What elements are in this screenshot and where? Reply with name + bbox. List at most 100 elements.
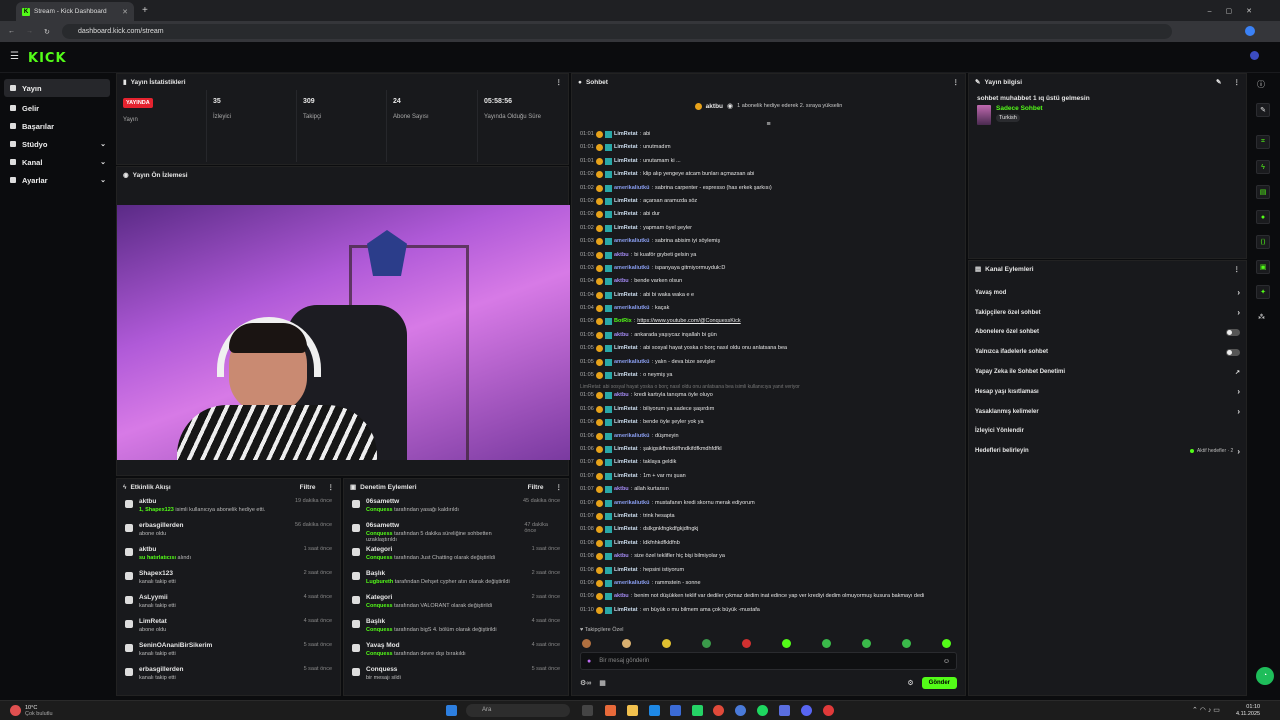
emote-icon[interactable] (822, 638, 831, 648)
chat-message[interactable]: 01:07 LimRetat:1m + var mı şuan (572, 472, 965, 485)
chat-message[interactable]: 01:05 aktbu: kredi kartıyla tanışma öyle o… (572, 391, 965, 404)
message-username[interactable]: BotRix (614, 317, 632, 325)
chat-message[interactable]: 01:05 amerikaliutkü: yalın - deva bize sev… (572, 358, 965, 371)
url-field[interactable]: dashboard.kick.com/stream (62, 24, 1172, 39)
channel-action-row[interactable]: İzleyici Yönlendir (969, 422, 1246, 442)
message-username[interactable]: aktbu (614, 277, 629, 285)
moderation-item[interactable]: 06samettw Conquess tarafından 5 dakika sü… (344, 519, 568, 543)
activity-item[interactable]: aktbu su hatırlatıcısı alındı 1 saat önce (117, 543, 340, 567)
menu-icon[interactable]: ☰ (10, 51, 19, 62)
chat-message[interactable]: 01:03 amerikaliutkü: ispanyaya gitmiyormuy… (572, 264, 965, 277)
channel-action-row[interactable]: Yalnızca ifadelerle sohbet (969, 342, 1246, 362)
edit-icon[interactable]: ✎ (1216, 78, 1221, 86)
channel-action-row[interactable]: Hesap yaşı kısıtlaması › (969, 382, 1246, 402)
chat-message[interactable]: 01:05 aktbu: ankarada yaşıycaz inşallah bi… (572, 331, 965, 344)
more-icon[interactable]: ⋮ (1234, 265, 1241, 273)
filter-button[interactable]: Filtre (528, 484, 544, 491)
info-icon[interactable]: ⓘ (1257, 79, 1265, 90)
message-username[interactable]: amerikaliutkü (614, 184, 649, 192)
send-button[interactable]: Gönder (921, 677, 957, 689)
chat-message[interactable]: 01:09 amerikaliutkü: rammstein - sonne (572, 579, 965, 592)
message-username[interactable]: aktbu (614, 592, 629, 600)
tab-close-icon[interactable]: ✕ (122, 8, 128, 16)
back-icon[interactable]: ← (8, 28, 15, 35)
activity-item[interactable]: Shapex123 kanalı takip etti 2 saat önce (117, 567, 340, 591)
new-tab-icon[interactable]: + (142, 5, 148, 16)
chat-message[interactable]: 01:08 LimRetat: ldkfnhkdfkldfnb (572, 539, 965, 552)
support-chat-icon[interactable]: ◔ (1256, 667, 1274, 685)
stream-video[interactable] (117, 205, 570, 460)
more-icon[interactable]: ⋮ (556, 78, 563, 86)
chat-message[interactable]: 01:05 LimRetat: abi sosyal hayat yoska o b… (572, 344, 965, 357)
activity-item[interactable]: erbasgillerden kanalı takip etti 5 saat ön… (117, 663, 340, 687)
filter-button[interactable]: Filtre (300, 484, 316, 491)
message-username[interactable]: LimRetat (614, 224, 638, 232)
chat-message[interactable]: 01:04 LimRetat: abi bi waka waka e e (572, 291, 965, 304)
message-username[interactable]: LimRetat (614, 157, 638, 165)
notification-icon[interactable] (1250, 51, 1259, 60)
spotify-icon[interactable] (757, 705, 768, 716)
activity-item[interactable]: erbasgillerden abone oldu 56 dakika önce (117, 519, 340, 543)
message-username[interactable]: LimRetat (614, 472, 638, 480)
emote-icon[interactable] (702, 638, 711, 648)
chat-message[interactable]: 01:08 LimRetat: dslkgnkfngkdfgkjdfngkj (572, 525, 965, 538)
app-icon[interactable] (779, 705, 790, 716)
app-icon[interactable] (605, 705, 616, 716)
forward-icon[interactable]: → (26, 28, 33, 35)
profile-avatar[interactable] (1245, 26, 1255, 36)
chat-message[interactable]: 01:06 LimRetat: şakigsikfhndkifhndkifdfkmd… (572, 445, 965, 458)
message-username[interactable]: aktbu (614, 552, 629, 560)
chat-message[interactable]: 01:10 LimRetat: en büyük o mu bilmem ama ç… (572, 606, 965, 627)
chat-message[interactable]: 01:04 aktbu: bende varken olsun (572, 277, 965, 290)
sidebar-item-basarilar[interactable]: Başarılar (0, 117, 114, 135)
chat-message[interactable]: 01:08 aktbu: size özel teklifler hiç bişi … (572, 552, 965, 565)
edit-icon[interactable]: ✎ (1256, 103, 1270, 117)
message-username[interactable]: LimRetat (614, 405, 638, 413)
file-explorer-icon[interactable] (627, 705, 638, 716)
message-username[interactable]: LimRetat (614, 418, 638, 426)
emote-icon[interactable] (862, 638, 871, 648)
chat-message[interactable]: 01:06 LimRetat: bende öyle şeyler yok ya (572, 418, 965, 431)
system-tray-icons[interactable]: ⌃ ◠ ♪ ▭ (1192, 706, 1220, 714)
message-username[interactable]: amerikaliutkü (614, 432, 649, 440)
message-username[interactable]: aktbu (614, 391, 629, 399)
discord-icon[interactable] (801, 705, 812, 716)
commands-icon[interactable]: ⚙∞ (580, 679, 591, 687)
sidebar-item-ayarlar[interactable]: Ayarlar ⌄ (0, 171, 114, 189)
emote-icon[interactable] (622, 638, 631, 648)
moderation-item[interactable]: Kategori Conquess tarafından VALORANT ola… (344, 591, 568, 615)
chat-message[interactable]: 01:05 LimRetat: o neymiş ya (572, 371, 965, 384)
message-username[interactable]: LimRetat (614, 566, 638, 574)
emote-icon[interactable] (742, 638, 751, 648)
more-icon[interactable]: ⋮ (1234, 78, 1241, 86)
crop-icon[interactable]: ⌗ (1256, 135, 1270, 149)
chat-message[interactable]: 01:09 aktbu: benim not düşükken teklif var… (572, 592, 965, 605)
message-username[interactable]: LimRetat (614, 170, 638, 178)
message-username[interactable]: amerikaliutkü (614, 304, 649, 312)
channel-action-row[interactable]: Yavaş mod › (969, 283, 1246, 303)
message-username[interactable]: LimRetat (614, 291, 638, 299)
activity-item[interactable]: aktbu 1, Shapex123 isimli kullanıcıya abo… (117, 495, 340, 519)
emote-icon[interactable] (662, 638, 671, 648)
message-username[interactable]: LimRetat (614, 197, 638, 205)
channel-action-row[interactable]: Yapay Zeka ile Sohbet Denetimi ↗ (969, 362, 1246, 382)
lightning-icon[interactable]: ϟ (1256, 160, 1270, 174)
chat-input[interactable]: ● Bir mesaj gönderin ☺ (580, 652, 957, 670)
emote-icon[interactable] (582, 638, 591, 648)
message-username[interactable]: LimRetat (614, 344, 638, 352)
weather-widget[interactable]: 10°C Çok bulutlu (10, 705, 53, 717)
chat-message[interactable]: 01:02 amerikaliutkü: sabrina carpenter - e… (572, 184, 965, 197)
tool-icon[interactable]: ✦ (1256, 285, 1270, 299)
sidebar-item-kanal[interactable]: Kanal ⌄ (0, 153, 114, 171)
microphone-icon[interactable]: ● (587, 658, 591, 665)
chat-message[interactable]: 01:01 LimRetat: unutmadım (572, 143, 965, 156)
chat-message[interactable]: 01:01 LimRetat: abi (572, 130, 965, 143)
activity-item[interactable]: AsLyymii kanalı takip etti 4 saat önce (117, 591, 340, 615)
chat-bubble-icon[interactable]: ● (1256, 210, 1270, 224)
more-icon[interactable]: ⋮ (953, 78, 960, 86)
message-username[interactable]: amerikaliutkü (614, 358, 649, 366)
chat-message[interactable]: 01:02 LimRetat: klip alıp yengeye atcam bu… (572, 170, 965, 183)
message-username[interactable]: LimRetat (614, 143, 638, 151)
calendar-icon[interactable]: ▦ (599, 679, 606, 687)
message-username[interactable]: LimRetat (614, 512, 638, 520)
